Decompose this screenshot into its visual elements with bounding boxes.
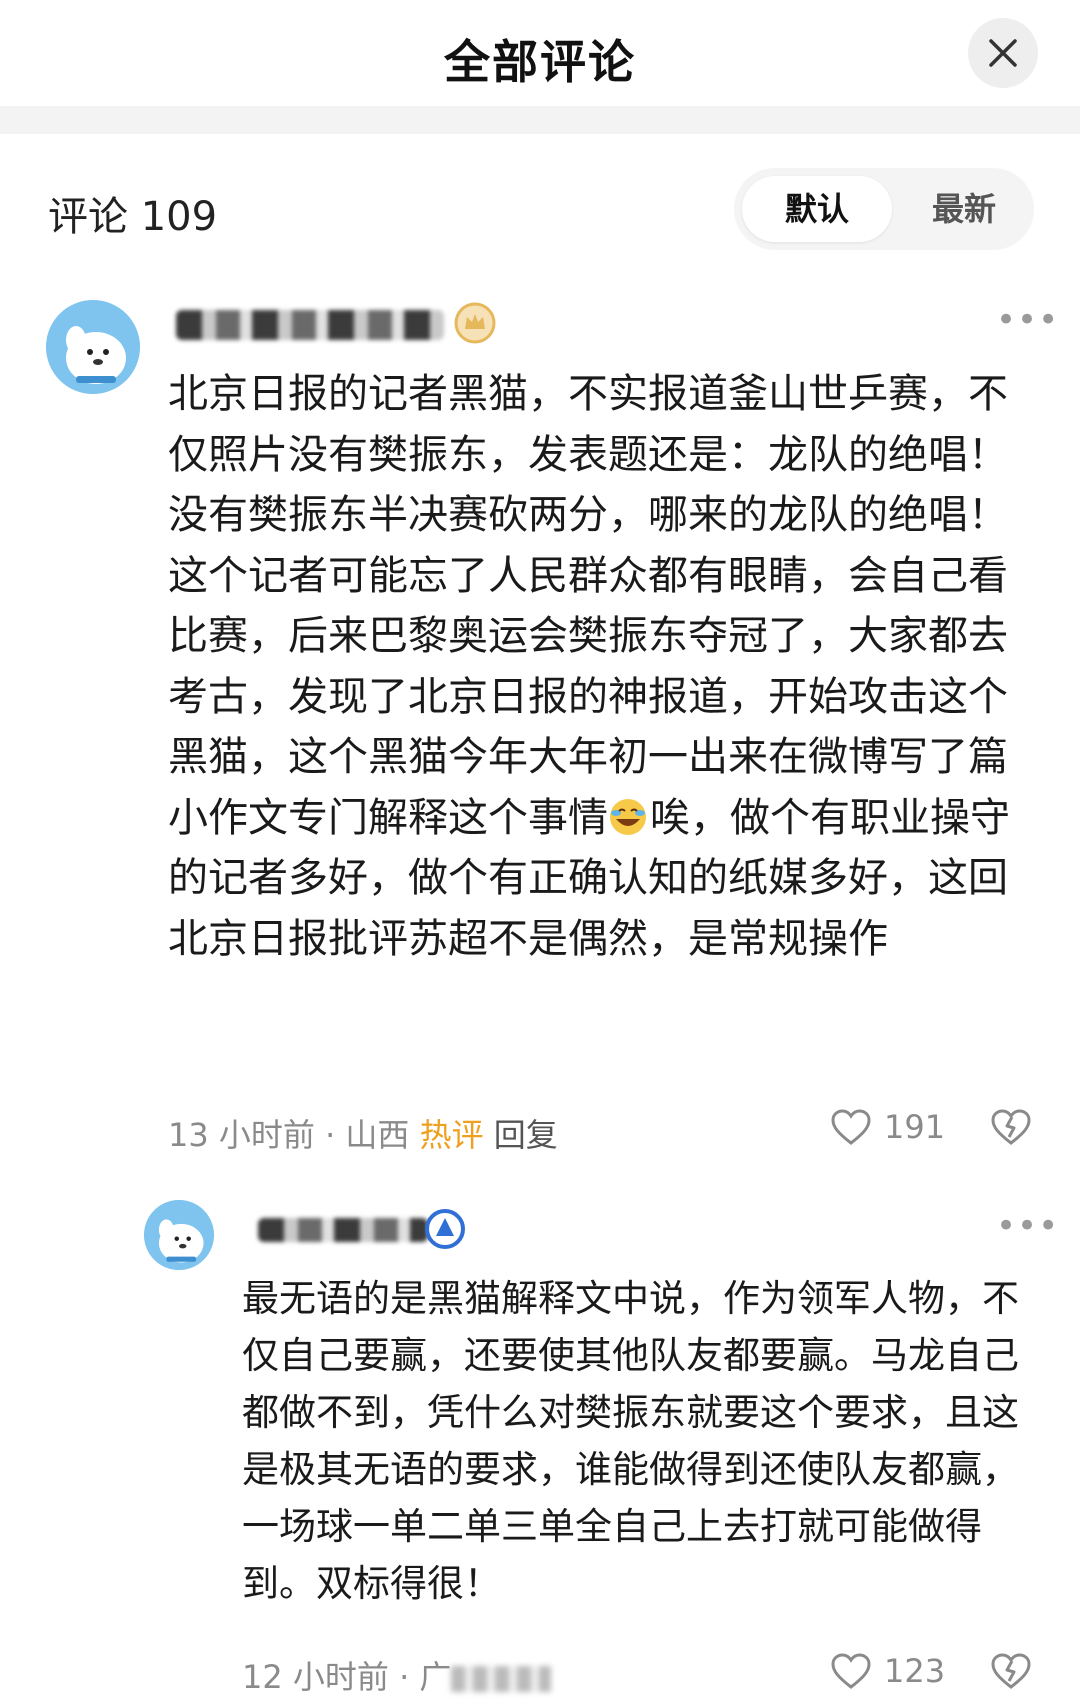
redacted-blur — [451, 1666, 552, 1692]
meta-separator: · — [325, 1116, 336, 1154]
reply-username-redacted[interactable] — [258, 1218, 428, 1242]
reply-avatar[interactable] — [144, 1200, 214, 1270]
comment-location: 山西 — [345, 1116, 410, 1154]
header: 全部评论 — [0, 0, 1080, 106]
like-button[interactable]: 191 — [830, 1108, 945, 1146]
more-icon[interactable]: ••• — [996, 300, 1059, 340]
reply-location: 广 — [419, 1658, 452, 1696]
reply-like-count: 123 — [884, 1652, 946, 1690]
comment-meta: 13 小时前 · 山西 热评 回复 — [168, 1110, 558, 1156]
comments-count: 评论 109 — [48, 194, 218, 240]
section-divider — [0, 106, 1080, 134]
heart-icon — [831, 1109, 871, 1145]
reply-more-icon[interactable]: ••• — [996, 1206, 1059, 1246]
comment-time: 13 小时前 — [168, 1116, 315, 1154]
emoji-laugh-cry-icon — [610, 798, 646, 835]
reply-dislike-heart-icon[interactable] — [990, 1652, 1032, 1690]
avatar[interactable] — [46, 300, 140, 394]
reply-text: 最无语的是黑猫解释文中说，作为领军人物，不仅自己要赢，还要使其他队友都要赢。马龙… — [242, 1277, 1019, 1605]
sort-latest-tab[interactable]: 最新 — [899, 168, 1029, 250]
close-button[interactable] — [968, 18, 1038, 88]
meta-separator: · — [399, 1658, 410, 1696]
dislike-heart-icon[interactable] — [990, 1108, 1032, 1146]
dog-avatar-icon — [144, 1200, 214, 1270]
like-count: 191 — [884, 1108, 946, 1146]
level-badge-icon — [454, 302, 496, 344]
dog-avatar-icon — [46, 300, 140, 394]
reply-meta: 12 小时前 · 广 — [242, 1652, 552, 1698]
page-title: 全部评论 — [444, 35, 636, 89]
hot-tag: 热评 — [419, 1116, 484, 1154]
level-badge-icon — [425, 1209, 465, 1249]
sort-toggle: 默认 最新 — [734, 168, 1034, 250]
reply-button[interactable]: 回复 — [494, 1116, 558, 1154]
heart-icon — [831, 1653, 871, 1689]
reply-like-button[interactable]: 123 — [830, 1652, 945, 1690]
comment-text: 北京日报的记者黑猫，不实报道釜山世乒赛，不仅照片没有樊振东，发表题还是：龙队的绝… — [168, 364, 1038, 969]
close-icon — [989, 39, 1017, 67]
sort-default-tab[interactable]: 默认 — [742, 176, 892, 242]
reply-time: 12 小时前 — [242, 1658, 389, 1696]
comment-text-part1: 北京日报的记者黑猫，不实报道釜山世乒赛，不仅照片没有樊振东，发表题还是：龙队的绝… — [168, 371, 1008, 841]
username-redacted[interactable] — [176, 310, 444, 340]
